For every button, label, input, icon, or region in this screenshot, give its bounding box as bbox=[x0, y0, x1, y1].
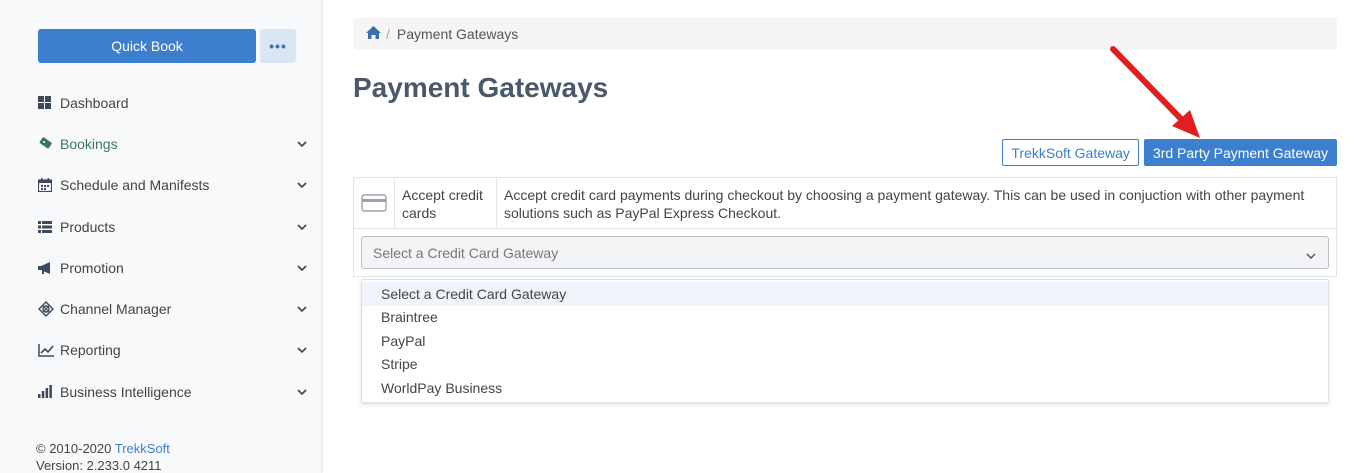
sidebar-item-bookings[interactable]: Bookings bbox=[38, 123, 308, 164]
quick-book-button[interactable]: Quick Book bbox=[38, 29, 256, 63]
page-title: Payment Gateways bbox=[353, 72, 609, 103]
copyright-text: © 2010-2020 bbox=[36, 441, 112, 456]
home-icon[interactable] bbox=[366, 26, 381, 42]
sidebar-item-label: Schedule and Manifests bbox=[60, 177, 210, 194]
breadcrumb-current: Payment Gateways bbox=[396, 26, 519, 42]
sidebar-item-label: Business Intelligence bbox=[60, 383, 192, 400]
gateway-dropdown-list: Select a Credit Card Gateway Braintree P… bbox=[361, 279, 1329, 403]
sidebar-item-schedule[interactable]: Schedule and Manifests bbox=[38, 165, 308, 206]
sidebar-item-promotion[interactable]: Promotion bbox=[38, 247, 308, 288]
sidebar-item-label: Bookings bbox=[60, 135, 118, 152]
sidebar-item-label: Reporting bbox=[60, 342, 121, 359]
table-row: Accept credit cards Accept credit card p… bbox=[354, 178, 1336, 229]
gateway-type-name: Accept credit cards bbox=[395, 178, 497, 228]
sidebar-nav: Dashboard Bookings Schedule and Manifest… bbox=[38, 82, 308, 412]
dashboard-icon bbox=[38, 96, 60, 110]
chevron-down-icon bbox=[296, 265, 308, 271]
chevron-down-icon bbox=[296, 223, 308, 230]
chevron-down-icon bbox=[296, 306, 308, 313]
sidebar-item-dashboard[interactable]: Dashboard bbox=[38, 82, 308, 123]
network-icon bbox=[38, 301, 60, 318]
copyright-line: © 2010-2020 TrekkSoft bbox=[36, 440, 170, 457]
sidebar-item-label: Dashboard bbox=[60, 94, 129, 111]
tab-third-party-gateway[interactable]: 3rd Party Payment Gateway bbox=[1143, 139, 1337, 166]
megaphone-icon bbox=[38, 261, 60, 274]
sidebar-item-business-intelligence[interactable]: Business Intelligence bbox=[38, 371, 308, 412]
dropdown-option[interactable]: Braintree bbox=[362, 306, 1328, 330]
quick-book-row: Quick Book ••• bbox=[38, 29, 296, 63]
sidebar: Quick Book ••• Dashboard Bookings Schedu… bbox=[0, 0, 322, 473]
sidebar-item-label: Channel Manager bbox=[60, 301, 172, 318]
sidebar-item-products[interactable]: Products bbox=[38, 206, 308, 247]
line-chart-icon bbox=[38, 343, 60, 357]
sidebar-item-label: Products bbox=[60, 218, 116, 235]
breadcrumb-separator: / bbox=[386, 26, 390, 42]
credit-card-icon bbox=[354, 178, 395, 228]
chevron-down-icon bbox=[296, 182, 308, 189]
chevron-down-icon bbox=[1306, 246, 1316, 262]
dropdown-option[interactable]: WorldPay Business bbox=[362, 376, 1328, 400]
select-value: Select a Credit Card Gateway bbox=[373, 244, 559, 261]
chevron-down-icon bbox=[296, 347, 308, 354]
list-icon bbox=[38, 220, 60, 233]
credit-card-gateway-select[interactable]: Select a Credit Card Gateway bbox=[361, 236, 1329, 269]
trekksoft-link[interactable]: TrekkSoft bbox=[115, 441, 170, 456]
dropdown-option[interactable]: Select a Credit Card Gateway bbox=[362, 282, 1328, 306]
dropdown-option[interactable]: PayPal bbox=[362, 329, 1328, 353]
gateway-type-description: Accept credit card payments during check… bbox=[504, 187, 1305, 221]
sidebar-footer: © 2010-2020 TrekkSoft Version: 2.233.0 4… bbox=[36, 440, 170, 473]
sidebar-item-channel-manager[interactable]: Channel Manager bbox=[38, 288, 308, 329]
ticket-icon bbox=[38, 137, 60, 150]
tab-trekksoft-gateway[interactable]: TrekkSoft Gateway bbox=[1002, 139, 1139, 166]
gateway-tabs: TrekkSoft Gateway 3rd Party Payment Gate… bbox=[1002, 139, 1337, 166]
more-options-button[interactable]: ••• bbox=[260, 29, 296, 63]
chevron-down-icon bbox=[296, 141, 308, 147]
version-text: Version: 2.233.0 4211 bbox=[36, 458, 162, 473]
calendar-icon bbox=[38, 178, 60, 193]
annotation-arrow bbox=[1110, 46, 1200, 138]
chevron-down-icon bbox=[296, 389, 308, 395]
dropdown-option[interactable]: Stripe bbox=[362, 353, 1328, 377]
sidebar-item-label: Promotion bbox=[60, 259, 124, 276]
bar-chart-icon bbox=[38, 385, 60, 399]
sidebar-item-reporting[interactable]: Reporting bbox=[38, 330, 308, 371]
